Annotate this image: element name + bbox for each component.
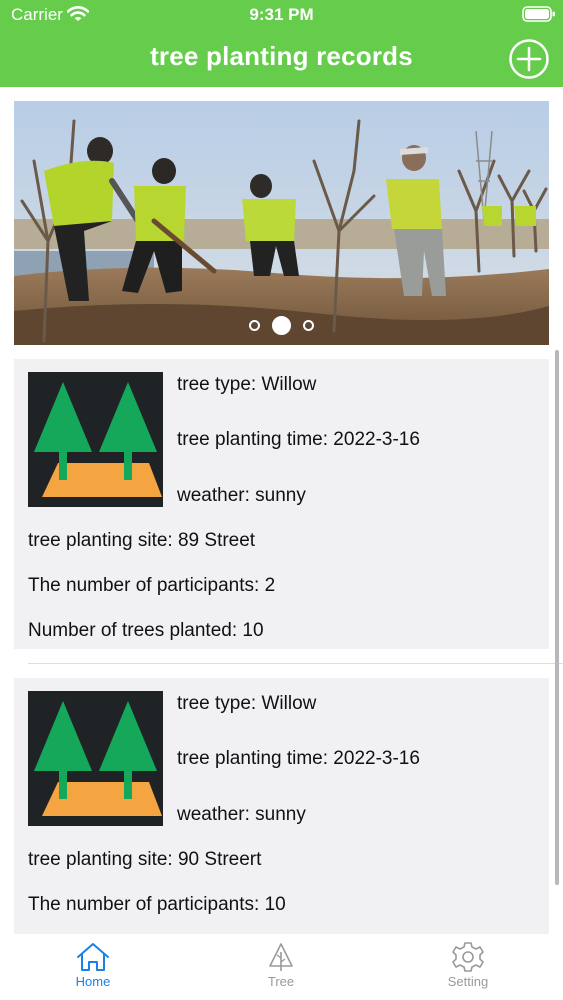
tab-home[interactable]: Home bbox=[33, 934, 153, 1000]
tree-icon bbox=[269, 943, 293, 971]
battery-icon bbox=[522, 6, 555, 22]
tree-type: tree type: Willow bbox=[177, 693, 317, 714]
two-trees-icon bbox=[28, 691, 163, 826]
header-bar: Carrier 9:31 PM tree planting records bbox=[0, 0, 563, 87]
weather: weather: sunny bbox=[177, 485, 306, 506]
gear-icon bbox=[452, 942, 484, 972]
tab-tree[interactable]: Tree bbox=[221, 934, 341, 1000]
planting-site: tree planting site: 89 Street bbox=[28, 530, 256, 551]
tab-home-label: Home bbox=[75, 974, 111, 989]
record-list[interactable]: tree type: Willow tree planting time: 20… bbox=[0, 345, 563, 934]
page-dot[interactable] bbox=[249, 320, 260, 331]
weather: weather: sunny bbox=[177, 804, 306, 825]
list-scrollbar[interactable] bbox=[555, 350, 559, 885]
list-separator bbox=[28, 663, 563, 664]
tab-tree-label: Tree bbox=[267, 974, 295, 989]
status-bar: Carrier 9:31 PM bbox=[0, 0, 563, 28]
planting-time: tree planting time: 2022-3-16 bbox=[177, 429, 420, 450]
banner-photo bbox=[14, 101, 549, 345]
add-record-button[interactable] bbox=[508, 38, 550, 80]
trees-planted-count: Number of trees planted: 10 bbox=[28, 620, 264, 641]
page-title: tree planting records bbox=[150, 41, 413, 71]
tab-setting-label: Setting bbox=[447, 974, 489, 989]
banner-carousel[interactable] bbox=[14, 101, 549, 345]
planting-time: tree planting time: 2022-3-16 bbox=[177, 748, 420, 769]
clock: 9:31 PM bbox=[249, 5, 314, 24]
record-card[interactable]: tree type: Willow tree planting time: 20… bbox=[14, 359, 549, 649]
tab-setting[interactable]: Setting bbox=[408, 934, 528, 1000]
tree-type: tree type: Willow bbox=[177, 374, 317, 395]
home-icon bbox=[77, 943, 109, 971]
participants-count: The number of participants: 10 bbox=[28, 894, 286, 915]
planting-site: tree planting site: 90 Streert bbox=[28, 849, 262, 870]
tab-bar: Home Tree Setting bbox=[0, 934, 563, 1000]
page-dot[interactable] bbox=[303, 320, 314, 331]
participants-count: The number of participants: 2 bbox=[28, 575, 276, 596]
page-indicator[interactable] bbox=[14, 316, 549, 335]
record-card[interactable]: tree type: Willow tree planting time: 20… bbox=[14, 678, 549, 934]
two-trees-icon bbox=[28, 372, 163, 507]
page-dot-current[interactable] bbox=[272, 316, 291, 335]
